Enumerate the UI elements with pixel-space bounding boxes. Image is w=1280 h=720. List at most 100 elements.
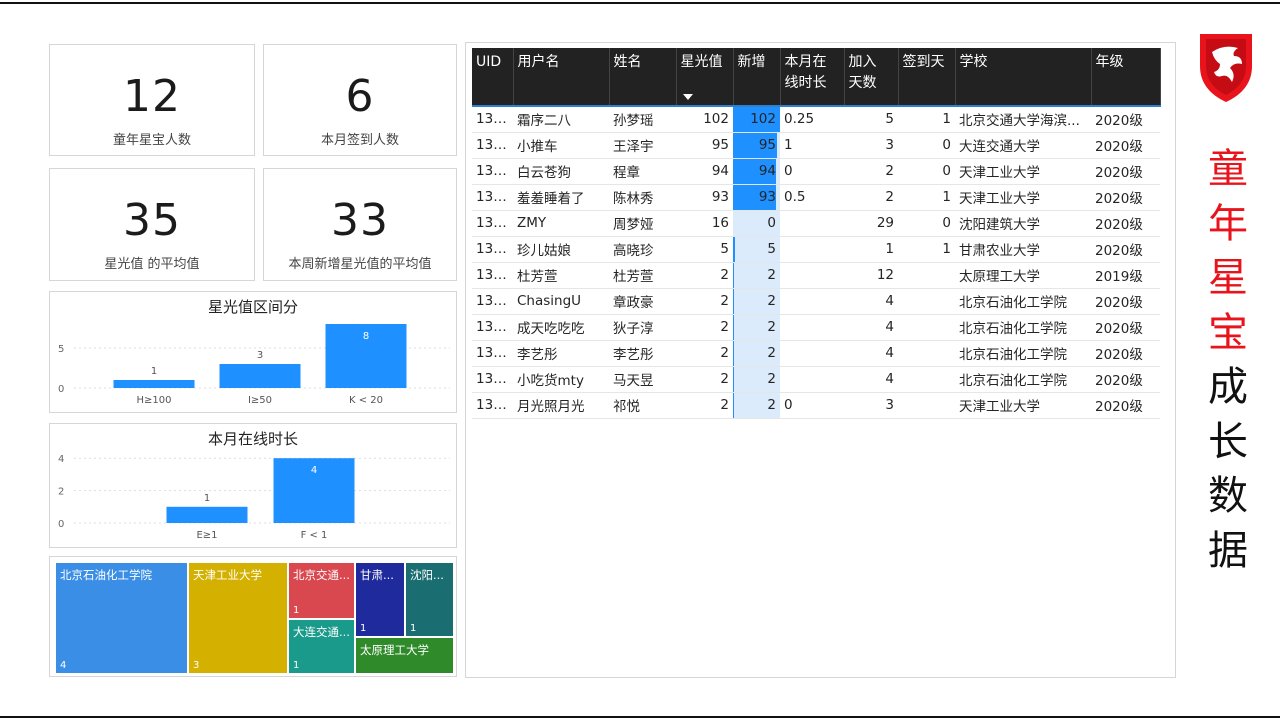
cell-uid: 1385 bbox=[472, 392, 513, 419]
table-header-row: UID 用户名 姓名 星光值 新增 本月在 线时长 加入 天数 签到天 学校 年级 bbox=[472, 48, 1161, 107]
cell-days: 5 bbox=[844, 106, 898, 133]
table-row[interactable]: 1381 ChasingU 章政豪 2 2 4 北京石油化工学院 2020级 bbox=[472, 288, 1160, 315]
x-category-label: H≥100 bbox=[137, 395, 172, 406]
column-header-2[interactable]: 用户名 bbox=[513, 48, 610, 107]
new-value-bar bbox=[733, 262, 734, 287]
cell-grade: 2020级 bbox=[1091, 132, 1160, 159]
cell-name: 李艺彤 bbox=[609, 340, 676, 367]
y-tick-label: 0 bbox=[58, 519, 64, 530]
side-title-char: 长 bbox=[1208, 418, 1248, 465]
cell-grade: 2020级 bbox=[1091, 314, 1160, 341]
cell-days: 4 bbox=[844, 288, 898, 315]
treemap-cell-name: 沈阳... bbox=[410, 568, 444, 582]
cell-uid: 1381 bbox=[472, 288, 513, 315]
cell-days: 4 bbox=[844, 340, 898, 367]
new-value-text: 2 bbox=[767, 319, 776, 335]
cell-star: 102 bbox=[676, 106, 733, 133]
column-header-7[interactable]: 加入 天数 bbox=[844, 48, 899, 107]
y-tick-label: 0 bbox=[58, 384, 64, 395]
cell-name: 王泽宇 bbox=[609, 132, 676, 159]
new-value-bar bbox=[733, 236, 736, 261]
cell-uid: 1378 bbox=[472, 210, 513, 237]
cell-grade: 2020级 bbox=[1091, 236, 1160, 263]
table-row[interactable]: 1378 ZMY 周梦娅 16 0 29 0 沈阳建筑大学 2020级 bbox=[472, 210, 1160, 237]
cell-grade: 2019级 bbox=[1091, 262, 1160, 289]
cell-name: 陈林秀 bbox=[609, 184, 676, 211]
cell-star: 2 bbox=[676, 314, 733, 341]
cell-school: 北京石油化工学院 bbox=[955, 288, 1091, 315]
table-row[interactable]: 1387 白云苍狗 程章 94 94 0 2 0 天津工业大学 2020级 bbox=[472, 158, 1160, 185]
table-row[interactable]: 1379 杜芳萱 杜芳萱 2 2 12 太原理工大学 2019级 bbox=[472, 262, 1160, 289]
cell-user: 杜芳萱 bbox=[513, 262, 609, 289]
treemap-cell[interactable]: 天津工业大学 3 bbox=[189, 563, 287, 673]
cell-online bbox=[780, 314, 844, 341]
cell-new: 95 bbox=[733, 132, 780, 159]
cell-user: 羞羞睡着了 bbox=[513, 184, 609, 211]
cell-online: 0 bbox=[780, 392, 844, 419]
treemap-cell[interactable]: 甘肃... 1 bbox=[356, 563, 404, 636]
table-row[interactable]: 1388 羞羞睡着了 陈林秀 93 93 0.5 2 1 天津工业大学 2020级 bbox=[472, 184, 1160, 211]
treemap-cell-name: 天津工业大学 bbox=[193, 568, 262, 582]
new-value-text: 95 bbox=[758, 137, 776, 153]
kpi-card-avg-new[interactable]: 33 本周新增星光值的平均值 bbox=[263, 168, 457, 281]
table-row[interactable]: 1385 月光照月光 祁悦 2 2 0 3 天津工业大学 2020级 bbox=[472, 392, 1160, 419]
new-value-bar bbox=[733, 366, 734, 391]
kpi-card-avg-star[interactable]: 35 星光值 的平均值 bbox=[49, 168, 255, 281]
treemap-cell-name: 大连交通... bbox=[293, 625, 350, 639]
column-header-3[interactable]: 姓名 bbox=[609, 48, 677, 107]
cell-name: 杜芳萱 bbox=[609, 262, 676, 289]
column-header-5[interactable]: 新增 bbox=[733, 48, 781, 107]
x-category-label: E≥1 bbox=[196, 530, 217, 541]
column-header-10[interactable]: 年级 bbox=[1091, 48, 1161, 107]
cell-signin bbox=[898, 366, 955, 393]
table-row[interactable]: 1386 小推车 王泽宇 95 95 1 3 0 大连交通大学 2020级 bbox=[472, 132, 1160, 159]
chart-online[interactable]: 本月在线时长 0 2 4 1 E≥1 4 F < 1 bbox=[49, 423, 457, 548]
treemap-cell[interactable]: 太原理工大学 bbox=[356, 638, 453, 673]
cell-online: 0.25 bbox=[780, 106, 844, 133]
treemap-cell[interactable]: 大连交通... 1 bbox=[289, 620, 354, 673]
member-table-panel[interactable]: UID 用户名 姓名 星光值 新增 本月在 线时长 加入 天数 签到天 学校 年级 1380 霜序二八孙… bbox=[465, 42, 1176, 678]
kpi-card-total[interactable]: 12 童年星宝人数 bbox=[49, 44, 255, 156]
member-table: UID 用户名 姓名 星光值 新增 本月在 线时长 加入 天数 签到天 学校 年级 1380 霜序二八孙… bbox=[472, 48, 1161, 419]
column-header-8[interactable]: 签到天 bbox=[898, 48, 956, 107]
new-value-bar bbox=[733, 340, 734, 365]
table-row[interactable]: 1380 霜序二八 孙梦瑶 102 102 0.25 5 1 北京交通大学海滨... 2020级 bbox=[472, 106, 1160, 133]
chart-star-bins[interactable]: 星光值区间分 0 5 1 H≥100 3 I≥50 8 K < 20 bbox=[49, 291, 457, 413]
table-row[interactable]: 1384 小吃货mty 马天昱 2 2 4 北京石油化工学院 2020级 bbox=[472, 366, 1160, 393]
kpi-card-signin[interactable]: 6 本月签到人数 bbox=[263, 44, 457, 156]
cell-school: 北京石油化工学院 bbox=[955, 366, 1091, 393]
treemap-cell[interactable]: 北京石油化工学院 4 bbox=[56, 563, 187, 673]
side-title-char: 童 bbox=[1208, 146, 1248, 192]
treemap-cell[interactable]: 沈阳... 1 bbox=[406, 563, 453, 636]
column-header-4[interactable]: 星光值 bbox=[676, 48, 734, 107]
cell-uid: 1380 bbox=[472, 106, 513, 133]
column-header-6[interactable]: 本月在 线时长 bbox=[780, 48, 845, 107]
cell-new: 102 bbox=[733, 106, 780, 133]
side-title-char: 成 bbox=[1208, 364, 1248, 410]
new-value-text: 5 bbox=[767, 241, 776, 257]
cell-online bbox=[780, 210, 844, 237]
table-row[interactable]: 1389 珍儿姑娘 高晓珍 5 5 1 1 甘肃农业大学 2020级 bbox=[472, 236, 1160, 263]
side-title-char: 宝 bbox=[1208, 309, 1248, 356]
cell-new: 93 bbox=[733, 184, 780, 211]
cell-new: 2 bbox=[733, 392, 780, 419]
bottom-rule bbox=[0, 716, 1280, 718]
cell-uid: 1389 bbox=[472, 236, 513, 263]
treemap-cell-count: 1 bbox=[410, 623, 417, 634]
kpi-value: 6 bbox=[345, 71, 375, 122]
column-header-1[interactable]: UID bbox=[472, 48, 514, 107]
cell-days: 29 bbox=[844, 210, 898, 237]
treemap-cell-count: 3 bbox=[193, 660, 200, 671]
treemap-schools[interactable]: 北京石油化工学院 4 天津工业大学 3 北京交通... 1 甘肃... 1 沈阳… bbox=[49, 556, 457, 677]
cell-name: 高晓珍 bbox=[609, 236, 676, 263]
table-row[interactable]: 1382 成天吃吃吃 狄子淳 2 2 4 北京石油化工学院 2020级 bbox=[472, 314, 1160, 341]
cell-days: 4 bbox=[844, 314, 898, 341]
table-row[interactable]: 1383 李艺彤 李艺彤 2 2 4 北京石油化工学院 2020级 bbox=[472, 340, 1160, 367]
cell-signin bbox=[898, 262, 955, 289]
side-title-char: 据 bbox=[1208, 527, 1248, 574]
treemap-cell[interactable]: 北京交通... 1 bbox=[289, 563, 354, 618]
cell-uid: 1384 bbox=[472, 366, 513, 393]
cell-school: 天津工业大学 bbox=[955, 184, 1091, 211]
column-header-9[interactable]: 学校 bbox=[955, 48, 1092, 107]
x-category-label: F < 1 bbox=[301, 530, 328, 541]
